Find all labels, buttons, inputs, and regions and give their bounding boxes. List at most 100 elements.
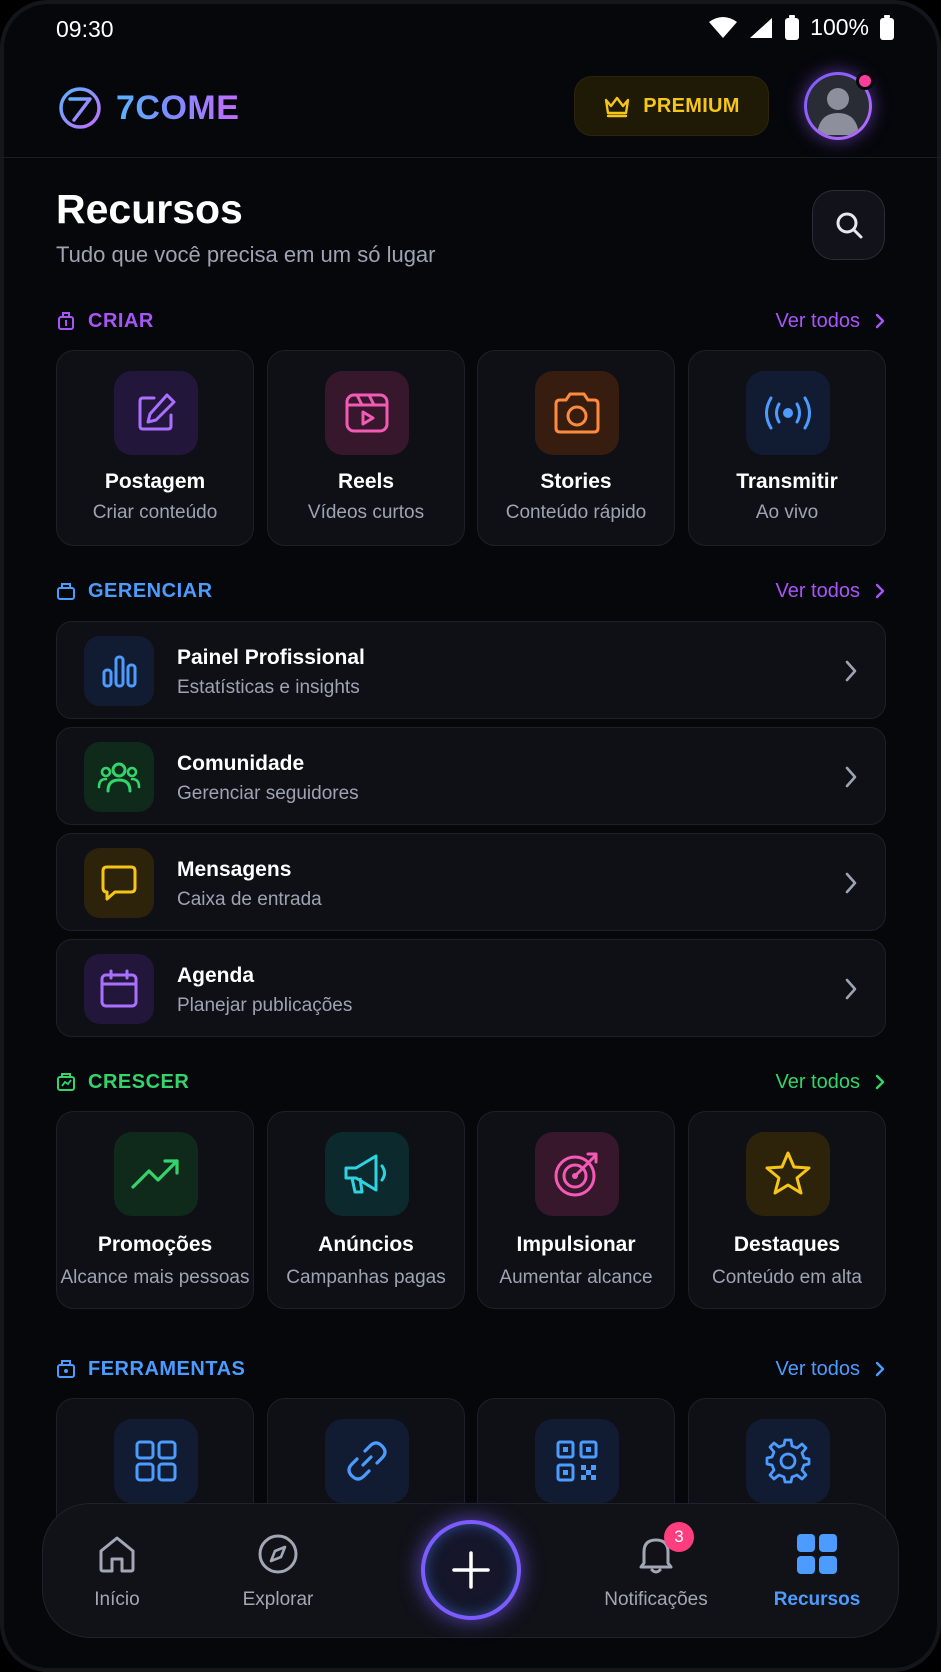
- tile-subtitle: Conteúdo em alta: [712, 1267, 862, 1288]
- row-painel-profissional[interactable]: Painel Profissional Estatísticas e insig…: [56, 621, 886, 719]
- tile-postagem[interactable]: Postagem Criar conteúdo: [56, 350, 254, 546]
- search-button[interactable]: [812, 190, 885, 260]
- star-icon: [765, 1151, 811, 1195]
- tile-title: Impulsionar: [516, 1233, 636, 1256]
- tool-qr-icon-box: [535, 1419, 619, 1503]
- tile-promocoes[interactable]: Promoções Alcance mais pessoas: [56, 1111, 254, 1309]
- qr-code-icon: [556, 1440, 598, 1482]
- premium-label: PREMIUM: [643, 94, 740, 117]
- status-icons: 100%: [708, 14, 895, 41]
- row-comunidade[interactable]: Comunidade Gerenciar seguidores: [56, 727, 886, 825]
- tile-title: Anúncios: [318, 1233, 414, 1256]
- chevron-right-icon: [875, 1074, 885, 1090]
- chevron-right-icon: [875, 1361, 885, 1377]
- mensagens-icon-box: [84, 848, 154, 918]
- row-subtitle: Planejar publicações: [177, 995, 353, 1016]
- nav-item-notificacoes[interactable]: 3 Notificações: [586, 1522, 726, 1611]
- message-icon: [101, 865, 137, 901]
- tile-subtitle: Campanhas pagas: [286, 1267, 446, 1288]
- wifi-icon: [709, 16, 738, 38]
- section-label-crescer: CRESCER: [88, 1070, 190, 1093]
- cell-signal-icon: [750, 17, 773, 38]
- app-name: 7COME: [116, 88, 240, 127]
- notification-count-badge: 3: [664, 1522, 694, 1552]
- calendar-icon: [100, 969, 138, 1008]
- bar-chart-icon: [102, 655, 137, 688]
- nav-item-recursos[interactable]: Recursos: [747, 1532, 887, 1611]
- chevron-right-icon: [845, 978, 857, 1000]
- tile-transmitir[interactable]: Transmitir Ao vivo: [688, 350, 886, 546]
- battery-small-icon: [785, 14, 800, 40]
- status-time: 09:30: [56, 16, 114, 42]
- section-label-ferramentas: FERRAMENTAS: [88, 1357, 246, 1380]
- section-header-gerenciar: GERENCIAR Ver todos: [56, 576, 886, 606]
- row-subtitle: Gerenciar seguidores: [177, 783, 359, 804]
- tile-anuncios[interactable]: Anúncios Campanhas pagas: [267, 1111, 465, 1309]
- create-fab-button[interactable]: [421, 1520, 521, 1620]
- tile-title: Stories: [540, 470, 612, 493]
- tile-subtitle: Vídeos curtos: [307, 502, 425, 523]
- tile-subtitle: Conteúdo rápido: [505, 502, 647, 523]
- chevron-right-icon: [845, 766, 857, 788]
- crown-icon: [605, 96, 630, 118]
- destaques-icon-box: [746, 1132, 830, 1216]
- apps-icon: [797, 1534, 837, 1574]
- trending-up-icon: [131, 1159, 179, 1189]
- manage-section-icon: [57, 583, 75, 600]
- agenda-icon-box: [84, 954, 154, 1024]
- see-all-label: Ver todos: [775, 1070, 860, 1093]
- nav-item-explorar[interactable]: Explorar: [208, 1532, 348, 1611]
- avatar[interactable]: [804, 72, 874, 140]
- row-agenda[interactable]: Agenda Planejar publicações: [56, 939, 886, 1037]
- premium-button[interactable]: PREMIUM: [574, 76, 769, 136]
- promocoes-icon-box: [114, 1132, 198, 1216]
- tile-stories[interactable]: Stories Conteúdo rápido: [477, 350, 675, 546]
- transmitir-icon-box: [746, 371, 830, 455]
- app-header: 7COME PREMIUM: [0, 66, 941, 158]
- app-logo[interactable]: 7COME: [56, 84, 239, 132]
- impulsionar-icon-box: [535, 1132, 619, 1216]
- see-all-criar[interactable]: Ver todos: [775, 310, 886, 333]
- battery-icon: [880, 14, 894, 40]
- target-icon: [554, 1152, 598, 1197]
- tile-title: Reels: [337, 470, 395, 493]
- see-all-gerenciar[interactable]: Ver todos: [775, 580, 886, 603]
- tile-subtitle: Ao vivo: [755, 502, 819, 523]
- create-section-icon: [58, 312, 74, 330]
- row-subtitle: Estatísticas e insights: [177, 677, 360, 698]
- plus-icon: [452, 1551, 490, 1589]
- section-label-criar: CRIAR: [88, 309, 154, 332]
- page-title: Recursos: [56, 186, 243, 232]
- tile-title: Promoções: [97, 1233, 213, 1256]
- chevron-right-icon: [875, 313, 885, 329]
- see-all-label: Ver todos: [775, 1357, 860, 1380]
- section-header-criar: CRIAR Ver todos: [56, 306, 886, 336]
- section-header-ferramentas: FERRAMENTAS Ver todos: [56, 1354, 886, 1384]
- page-subtitle: Tudo que você precisa em um só lugar: [56, 242, 436, 267]
- tile-reels[interactable]: Reels Vídeos curtos: [267, 350, 465, 546]
- anuncios-icon-box: [325, 1132, 409, 1216]
- home-icon: [99, 1536, 135, 1573]
- see-all-label: Ver todos: [775, 579, 860, 602]
- row-mensagens[interactable]: Mensagens Caixa de entrada: [56, 833, 886, 931]
- see-all-ferramentas[interactable]: Ver todos: [775, 1358, 886, 1381]
- painel-icon-box: [84, 636, 154, 706]
- tool-grid-icon-box: [114, 1419, 198, 1503]
- see-all-crescer[interactable]: Ver todos: [775, 1071, 886, 1094]
- tile-subtitle: Criar conteúdo: [92, 502, 218, 523]
- nav-item-inicio[interactable]: Início: [47, 1532, 187, 1611]
- tile-title: Postagem: [104, 470, 206, 493]
- logo-mark-icon: [59, 87, 101, 129]
- camera-icon: [554, 392, 600, 434]
- bottom-navigation: Início Explorar 3 Notificações Recursos: [42, 1503, 899, 1638]
- postagem-icon-box: [114, 371, 198, 455]
- tile-destaques[interactable]: Destaques Conteúdo em alta: [688, 1111, 886, 1309]
- tile-title: Destaques: [733, 1233, 841, 1256]
- tool-settings-icon-box: [746, 1419, 830, 1503]
- stories-icon-box: [535, 371, 619, 455]
- video-play-icon: [345, 393, 389, 433]
- tile-impulsionar[interactable]: Impulsionar Aumentar alcance: [477, 1111, 675, 1309]
- see-all-label: Ver todos: [775, 309, 860, 332]
- gear-icon: [765, 1438, 811, 1484]
- battery-percentage: 100%: [810, 14, 869, 40]
